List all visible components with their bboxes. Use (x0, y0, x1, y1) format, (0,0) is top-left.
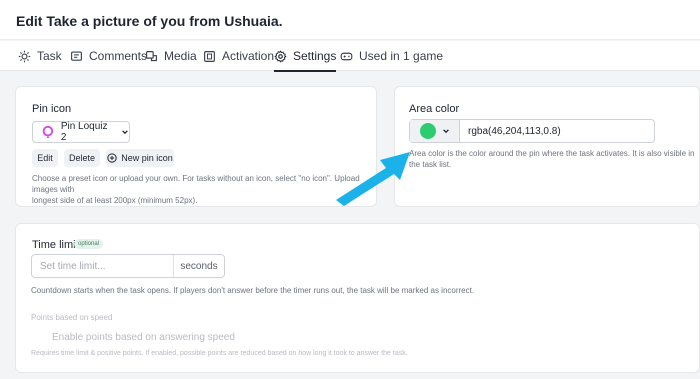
pin-icon-help-line2: longest side of at least 200px (minimum … (32, 196, 198, 205)
pin-icon-selected: Pin Loquiz 2 (60, 121, 108, 143)
tab-media[interactable]: Media (145, 41, 197, 71)
points-help: Requires time limit & positive points. I… (31, 350, 408, 357)
pin-icon-card: Pin icon Pin Loquiz 2 Edit Delete New pi… (15, 86, 377, 207)
time-limit-field[interactable]: Set time limit... seconds (31, 254, 225, 278)
pin-icon-help-line1: Choose a preset icon or upload your own.… (32, 174, 360, 194)
area-color-value: rgba(46,204,113,0.8) (468, 125, 561, 137)
gear-icon (274, 49, 287, 63)
tab-bar: Task Comments Media Activation Settings … (0, 41, 700, 72)
tab-label: Media (164, 49, 197, 63)
pin-icon-title: Pin icon (32, 103, 72, 115)
tab-label: Used in 1 game (359, 49, 444, 63)
sun-gear-icon (18, 50, 31, 62)
tab-comments[interactable]: Comments (70, 41, 147, 71)
pin-icon-help: Choose a preset icon or upload your own.… (32, 173, 372, 206)
new-pin-icon-label: New pin icon (121, 153, 173, 163)
time-limit-card: Time limit optional Set time limit... se… (15, 223, 700, 373)
game-icon (340, 52, 353, 60)
optional-badge: optional (74, 239, 104, 249)
tab-label: Comments (89, 49, 148, 63)
time-limit-input[interactable]: Set time limit... (32, 255, 174, 277)
area-color-card: Area color rgba(46,204,113,0.8) Area col… (394, 86, 700, 207)
points-toggle-label[interactable]: Enable points based on answering speed (52, 331, 235, 344)
tab-label: Task (37, 49, 62, 63)
tab-task[interactable]: Task (18, 41, 62, 71)
modal-header: Edit Take a picture of you from Ushuaia. (0, 0, 700, 40)
modal-title: Edit Take a picture of you from Ushuaia. (16, 13, 283, 29)
activation-icon (204, 50, 215, 62)
chevron-down-icon (122, 130, 128, 135)
delete-button[interactable]: Delete (64, 149, 100, 167)
time-limit-title: Time limit (32, 239, 79, 251)
time-limit-unit: seconds (180, 260, 218, 272)
pin-icon (42, 125, 54, 139)
tab-settings[interactable]: Settings (274, 41, 337, 72)
color-swatch (420, 123, 436, 139)
delete-button-label: Delete (68, 153, 95, 163)
area-color-title: Area color (409, 103, 460, 115)
color-picker-button[interactable] (410, 120, 460, 142)
plus-circle-icon (107, 153, 117, 163)
points-title: Points based on speed (31, 313, 113, 322)
edit-button[interactable]: Edit (32, 149, 58, 167)
chevron-down-icon (443, 129, 449, 134)
area-color-input[interactable]: rgba(46,204,113,0.8) (409, 119, 655, 143)
media-icon (146, 50, 157, 61)
tab-label: Settings (293, 49, 337, 63)
edit-button-label: Edit (37, 153, 53, 163)
new-pin-icon-button[interactable]: New pin icon (106, 149, 174, 167)
tab-used-in-games[interactable]: Used in 1 game (340, 41, 443, 71)
time-limit-help: Countdown starts when the task opens. If… (31, 286, 475, 295)
pin-icon-dropdown[interactable]: Pin Loquiz 2 (32, 121, 130, 143)
comment-icon (71, 50, 82, 61)
tab-label: Activation (222, 49, 275, 63)
area-color-help: Area color is the color around the pin w… (409, 149, 695, 169)
tab-activation[interactable]: Activation (203, 41, 274, 71)
